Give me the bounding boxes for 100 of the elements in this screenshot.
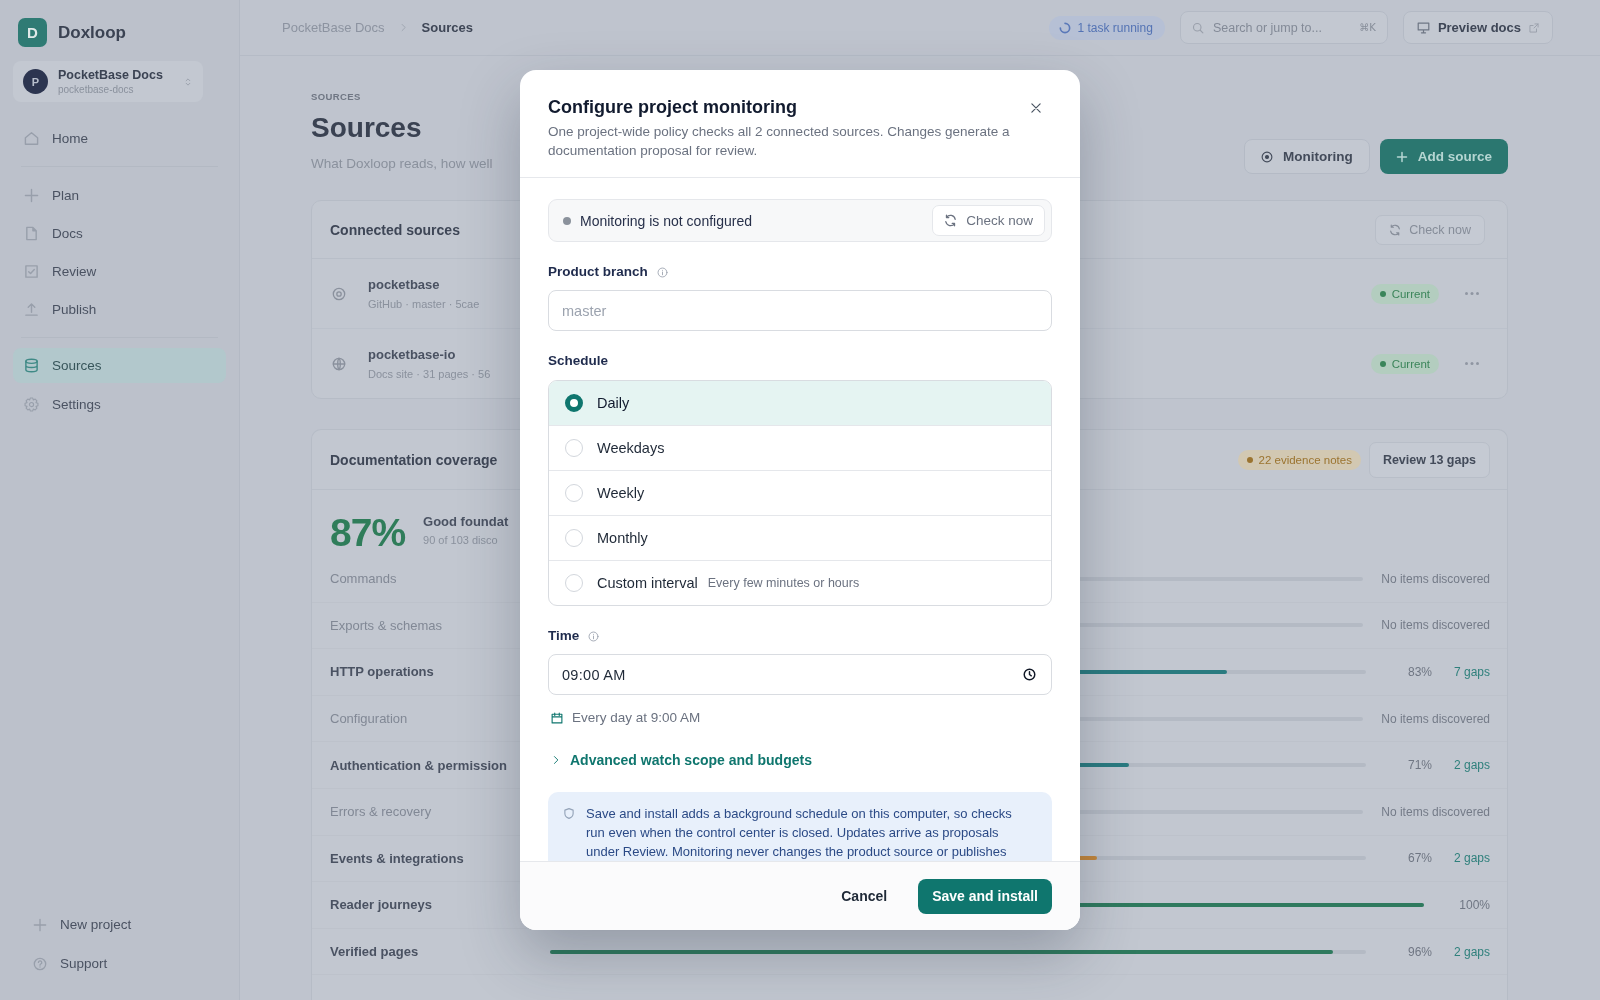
page-title: Sources xyxy=(311,111,423,145)
checklist-icon xyxy=(24,263,39,279)
dot-icon xyxy=(1379,360,1386,367)
advanced-toggle[interactable]: Advanced watch scope and budgets xyxy=(548,751,812,769)
schedule-option[interactable]: Daily xyxy=(549,381,1051,425)
project-avatar: P xyxy=(23,69,48,94)
check-now-button[interactable]: Check now xyxy=(932,205,1045,236)
refresh-icon xyxy=(1389,223,1402,236)
gear-icon xyxy=(24,396,39,412)
chevron-updown-icon xyxy=(183,76,193,87)
preview-button[interactable]: Preview docs xyxy=(1402,11,1553,44)
info-icon xyxy=(588,630,600,642)
ring-icon xyxy=(332,286,346,301)
shortcut-hint: ⌘K xyxy=(1359,21,1376,34)
nav-item[interactable]: Docs xyxy=(13,214,226,252)
refresh-icon xyxy=(944,214,958,227)
shield-icon xyxy=(563,807,575,820)
document-icon xyxy=(24,225,39,241)
dialog-description: One project-wide policy checks all 2 connected sources. Changes generate a documentation proposal for review. xyxy=(548,123,1011,160)
calendar-icon xyxy=(551,712,563,724)
save-button[interactable]: Save and install xyxy=(918,878,1052,914)
review-gaps-button[interactable]: Review 13 gaps xyxy=(1368,441,1490,478)
option-hint: Every few minutes or hours xyxy=(707,576,860,590)
plus-bold-icon xyxy=(1395,150,1408,163)
card-title: Connected sources xyxy=(330,221,460,238)
schedule-option[interactable]: Monthly xyxy=(549,515,1051,560)
option-label: Custom interval xyxy=(597,575,698,591)
home-icon xyxy=(24,130,39,146)
source-name: pocketbase xyxy=(368,277,440,292)
nav-item[interactable]: Sources xyxy=(13,348,226,383)
more-icon[interactable] xyxy=(1465,362,1479,365)
info-icon xyxy=(656,266,668,278)
monitoring-button[interactable]: Monitoring xyxy=(1244,139,1370,174)
gaps-link[interactable]: 7 gaps xyxy=(1452,665,1490,679)
category-label: Events & integrations xyxy=(330,850,465,866)
percent-label: 67% xyxy=(1406,851,1432,866)
card-title: Documentation coverage xyxy=(330,451,498,468)
percent-label: 83% xyxy=(1406,665,1432,679)
target-icon xyxy=(1261,150,1273,163)
score-summary: Good foundat xyxy=(423,513,509,529)
clock-icon xyxy=(1023,668,1036,681)
empty-note: No items discovered xyxy=(1381,804,1490,819)
branch-input[interactable]: master xyxy=(548,290,1052,331)
breadcrumb-current: Sources xyxy=(421,20,473,35)
nav-item[interactable]: Publish xyxy=(13,290,226,328)
dot-icon xyxy=(1379,290,1386,297)
time-field[interactable]: 09:00 AM xyxy=(548,654,1052,695)
schedule-option[interactable]: Weekdays xyxy=(549,425,1051,470)
source-name: pocketbase-io xyxy=(368,347,456,362)
empty-note: No items discovered xyxy=(1381,571,1490,586)
add-source-button[interactable]: Add source xyxy=(1379,139,1508,174)
gaps-link[interactable]: 2 gaps xyxy=(1452,851,1490,866)
close-icon xyxy=(1030,102,1042,114)
nav-item[interactable]: Settings xyxy=(13,385,226,423)
external-link-icon xyxy=(1529,22,1539,33)
cancel-button[interactable]: Cancel xyxy=(821,878,908,914)
nav-item[interactable]: Plan xyxy=(13,176,226,214)
upload-icon xyxy=(24,301,39,317)
category-label: Commands xyxy=(330,571,398,587)
schedule-option[interactable]: Weekly xyxy=(549,470,1051,515)
nav-item[interactable]: Review xyxy=(13,252,226,290)
plus-icon xyxy=(33,917,47,932)
project-name: PocketBase Docs xyxy=(58,68,164,82)
database-icon xyxy=(24,358,39,373)
nav-item[interactable]: Home xyxy=(13,119,226,157)
project-switcher[interactable]: P PocketBase Docs pocketbase-docs xyxy=(13,61,203,102)
percent-label: 71% xyxy=(1406,758,1432,773)
task-status-button[interactable]: 1 task running xyxy=(1048,15,1165,40)
monitor-icon xyxy=(1416,21,1430,34)
plus-icon xyxy=(24,187,39,203)
option-label: Weekdays xyxy=(597,440,665,456)
category-label: Authentication & permission xyxy=(330,757,508,773)
sidebar-link[interactable]: Support xyxy=(13,944,226,983)
sidebar-link[interactable]: New project xyxy=(13,905,226,944)
globe-icon xyxy=(332,356,346,371)
spinner-icon xyxy=(1058,21,1071,34)
chevron-right-icon xyxy=(551,755,561,765)
category-label: Configuration xyxy=(330,711,409,727)
app-name: Doxloop xyxy=(58,22,126,43)
category-label: HTTP operations xyxy=(330,664,435,680)
field-label: Time xyxy=(548,627,580,645)
more-icon[interactable] xyxy=(1465,292,1479,295)
gaps-link[interactable]: 2 gaps xyxy=(1452,944,1490,959)
notice-text: Save and install adds a background schedule on this computer, so checks run even when the control center is closed. Updates arrive as proposals under Review. Monitoring never changes the product source or publishes xyxy=(586,805,1013,861)
schedule-summary: Every day at 9:00 AM xyxy=(572,709,701,727)
empty-note: No items discovered xyxy=(1381,711,1490,726)
evidence-text: 22 evidence notes xyxy=(1258,453,1352,466)
option-label: Weekly xyxy=(597,485,645,501)
gaps-link[interactable]: 2 gaps xyxy=(1452,758,1490,773)
percent-label: 96% xyxy=(1406,944,1432,959)
category-label: Exports & schemas xyxy=(330,617,443,633)
dialog-title: Configure project monitoring xyxy=(548,96,798,118)
status-text: Current xyxy=(1391,357,1430,370)
close-button[interactable] xyxy=(1030,102,1042,114)
percent-label: 100% xyxy=(1458,897,1490,912)
schedule-option[interactable]: Custom interval Every few minutes or hours xyxy=(549,560,1051,605)
field-label: Schedule xyxy=(548,352,609,370)
status-text: Monitoring is not configured xyxy=(580,212,753,229)
radio-button[interactable] xyxy=(565,394,583,412)
option-label: Daily xyxy=(597,395,630,411)
